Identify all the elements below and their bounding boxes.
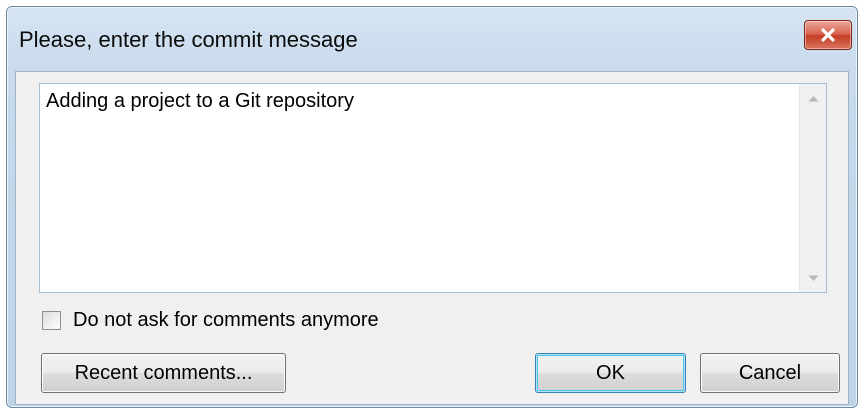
- ok-button[interactable]: OK: [535, 353, 686, 393]
- cancel-button[interactable]: Cancel: [700, 353, 840, 393]
- dialog-title: Please, enter the commit message: [19, 27, 358, 52]
- vertical-scrollbar[interactable]: [799, 84, 826, 292]
- dont-ask-again-label[interactable]: Do not ask for comments anymore: [73, 309, 379, 332]
- scroll-down-arrow-icon: [808, 275, 818, 281]
- close-button[interactable]: [804, 20, 852, 50]
- recent-comments-button[interactable]: Recent comments...: [41, 353, 286, 393]
- dialog-client-area: Adding a project to a Git repository Do …: [15, 71, 849, 405]
- dont-ask-again-option[interactable]: Do not ask for comments anymore: [42, 308, 379, 332]
- dont-ask-again-checkbox[interactable]: [42, 310, 61, 330]
- title-bar[interactable]: Please, enter the commit message: [7, 7, 857, 71]
- commit-message-dialog: Please, enter the commit message Adding …: [6, 6, 858, 408]
- close-x-icon: [821, 28, 835, 42]
- commit-message-textarea[interactable]: Adding a project to a Git repository: [39, 83, 827, 293]
- scroll-down-button[interactable]: [800, 266, 826, 290]
- scroll-up-button[interactable]: [800, 86, 826, 110]
- scroll-up-arrow-icon: [808, 95, 818, 101]
- commit-message-text[interactable]: Adding a project to a Git repository: [46, 90, 796, 113]
